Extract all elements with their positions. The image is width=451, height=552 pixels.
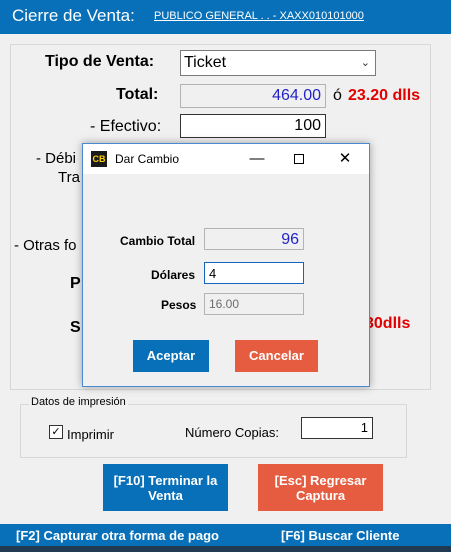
efectivo-input[interactable]: 100 [180,114,326,138]
print-group: Datos de impresión ✓ Imprimir Número Cop… [20,396,407,458]
dialog-titlebar: CB Dar Cambio — ✕ [83,144,369,174]
capturar-forma-pago-link[interactable]: [F2] Capturar otra forma de pago [16,528,219,543]
dialog-title: Dar Cambio [115,152,180,166]
window-title: Cierre de Venta: [12,6,135,25]
otras-formas-label: - Otras fo [14,237,77,254]
terminar-venta-button[interactable]: [F10] Terminar la Venta [103,464,228,511]
taskbar-strip [0,546,451,552]
tipo-venta-select[interactable]: Ticket ⌄ [180,50,376,76]
print-group-title: Datos de impresión [29,396,128,408]
chevron-down-icon: ⌄ [360,57,370,69]
footer-bar: [F2] Capturar otra forma de pago [F6] Bu… [0,524,451,546]
pesos-label: Pesos [161,298,197,312]
regresar-captura-button[interactable]: [Esc] Regresar Captura [258,464,383,511]
imprimir-label: Imprimir [67,427,114,442]
efectivo-label: - Efectivo: [90,118,162,135]
cancelar-button[interactable]: Cancelar [235,340,318,372]
maximize-icon[interactable] [285,148,313,170]
regresar-line1: [Esc] Regresar [274,473,367,488]
minimize-icon[interactable]: — [243,148,271,170]
close-icon[interactable]: ✕ [331,148,359,170]
buscar-cliente-link[interactable]: [F6] Buscar Cliente [281,528,399,543]
saldo-dlls: 30dlls [365,315,411,332]
cambio-total-field: 96 [204,228,304,250]
imprimir-checkbox[interactable]: ✓ [49,425,63,439]
total-dlls: 23.20 dlls [348,87,421,104]
pagado-label: P [70,275,81,292]
window-header: Cierre de Venta: PUBLICO GENERAL . . - X… [0,0,451,34]
regresar-line2: Captura [295,488,346,503]
total-label: Total: [116,86,159,103]
saldo-label: S [70,319,81,336]
terminar-line1: [F10] Terminar la [113,473,218,488]
copias-label: Número Copias: [185,425,279,440]
dar-cambio-dialog: CB Dar Cambio — ✕ Cambio Total 96 Dólare… [82,143,370,387]
aceptar-button[interactable]: Aceptar [133,340,209,372]
debito-label: - Débi [36,150,77,167]
transferencia-label: Tra [58,169,80,186]
app-logo-icon: CB [91,151,107,167]
tipo-venta-label: Tipo de Venta: [45,53,155,70]
terminar-line2: Venta [148,488,183,503]
cambio-total-label: Cambio Total [120,234,196,248]
maximize-square [294,154,304,164]
dolares-input[interactable]: 4 [204,262,304,284]
total-separator: ó [333,87,342,104]
total-field: 464.00 [180,84,326,108]
dolares-label: Dólares [151,268,196,282]
pesos-field: 16.00 [204,293,304,315]
client-link[interactable]: PUBLICO GENERAL . . - XAXX010101000 [154,10,364,22]
tipo-venta-value: Ticket [184,54,227,71]
copias-input[interactable]: 1 [301,417,373,439]
